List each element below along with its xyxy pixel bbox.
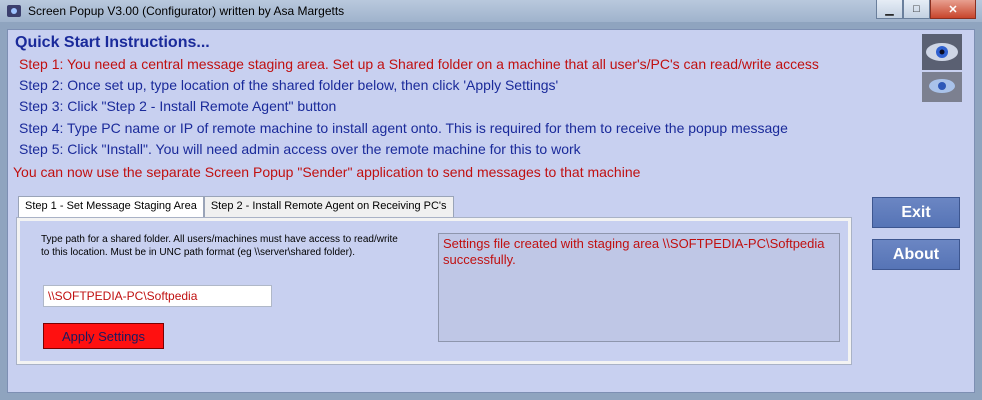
title-bar: Screen Popup V3.00 (Configurator) writte… <box>0 0 982 22</box>
window-title: Screen Popup V3.00 (Configurator) writte… <box>28 4 345 18</box>
maximize-button[interactable]: □ <box>903 0 930 19</box>
step-3-text: Step 3: Click "Step 2 - Install Remote A… <box>19 98 337 114</box>
tab-strip: Step 1 - Set Message Staging Area Step 2… <box>18 196 454 218</box>
status-message-box: Settings file created with staging area … <box>438 233 840 342</box>
eye-logo-icon <box>922 34 962 102</box>
step-4-text: Step 4: Type PC name or IP of remote mac… <box>19 120 788 136</box>
tab-panel: Type path for a shared folder. All users… <box>16 217 852 365</box>
window-controls: ▁ □ ✕ <box>876 0 976 19</box>
tab-step-1[interactable]: Step 1 - Set Message Staging Area <box>18 196 204 218</box>
staging-path-input[interactable] <box>43 285 272 307</box>
tab-step-2[interactable]: Step 2 - Install Remote Agent on Receivi… <box>203 196 454 217</box>
step-5-text: Step 5: Click "Install". You will need a… <box>19 141 581 157</box>
quick-start-heading: Quick Start Instructions... <box>15 34 210 51</box>
sender-note: You can now use the separate Screen Popu… <box>13 164 641 180</box>
main-panel: Quick Start Instructions... Step 1: You … <box>7 29 975 393</box>
staging-panel: Type path for a shared folder. All users… <box>20 221 848 361</box>
path-instructions: Type path for a shared folder. All users… <box>41 234 398 258</box>
exit-button[interactable]: Exit <box>872 197 960 228</box>
app-icon <box>7 5 21 17</box>
close-button[interactable]: ✕ <box>930 0 976 19</box>
minimize-button[interactable]: ▁ <box>876 0 903 19</box>
about-button[interactable]: About <box>872 239 960 270</box>
apply-settings-button[interactable]: Apply Settings <box>43 323 164 349</box>
step-2-text: Step 2: Once set up, type location of th… <box>19 77 559 93</box>
step-1-text: Step 1: You need a central message stagi… <box>19 56 819 72</box>
